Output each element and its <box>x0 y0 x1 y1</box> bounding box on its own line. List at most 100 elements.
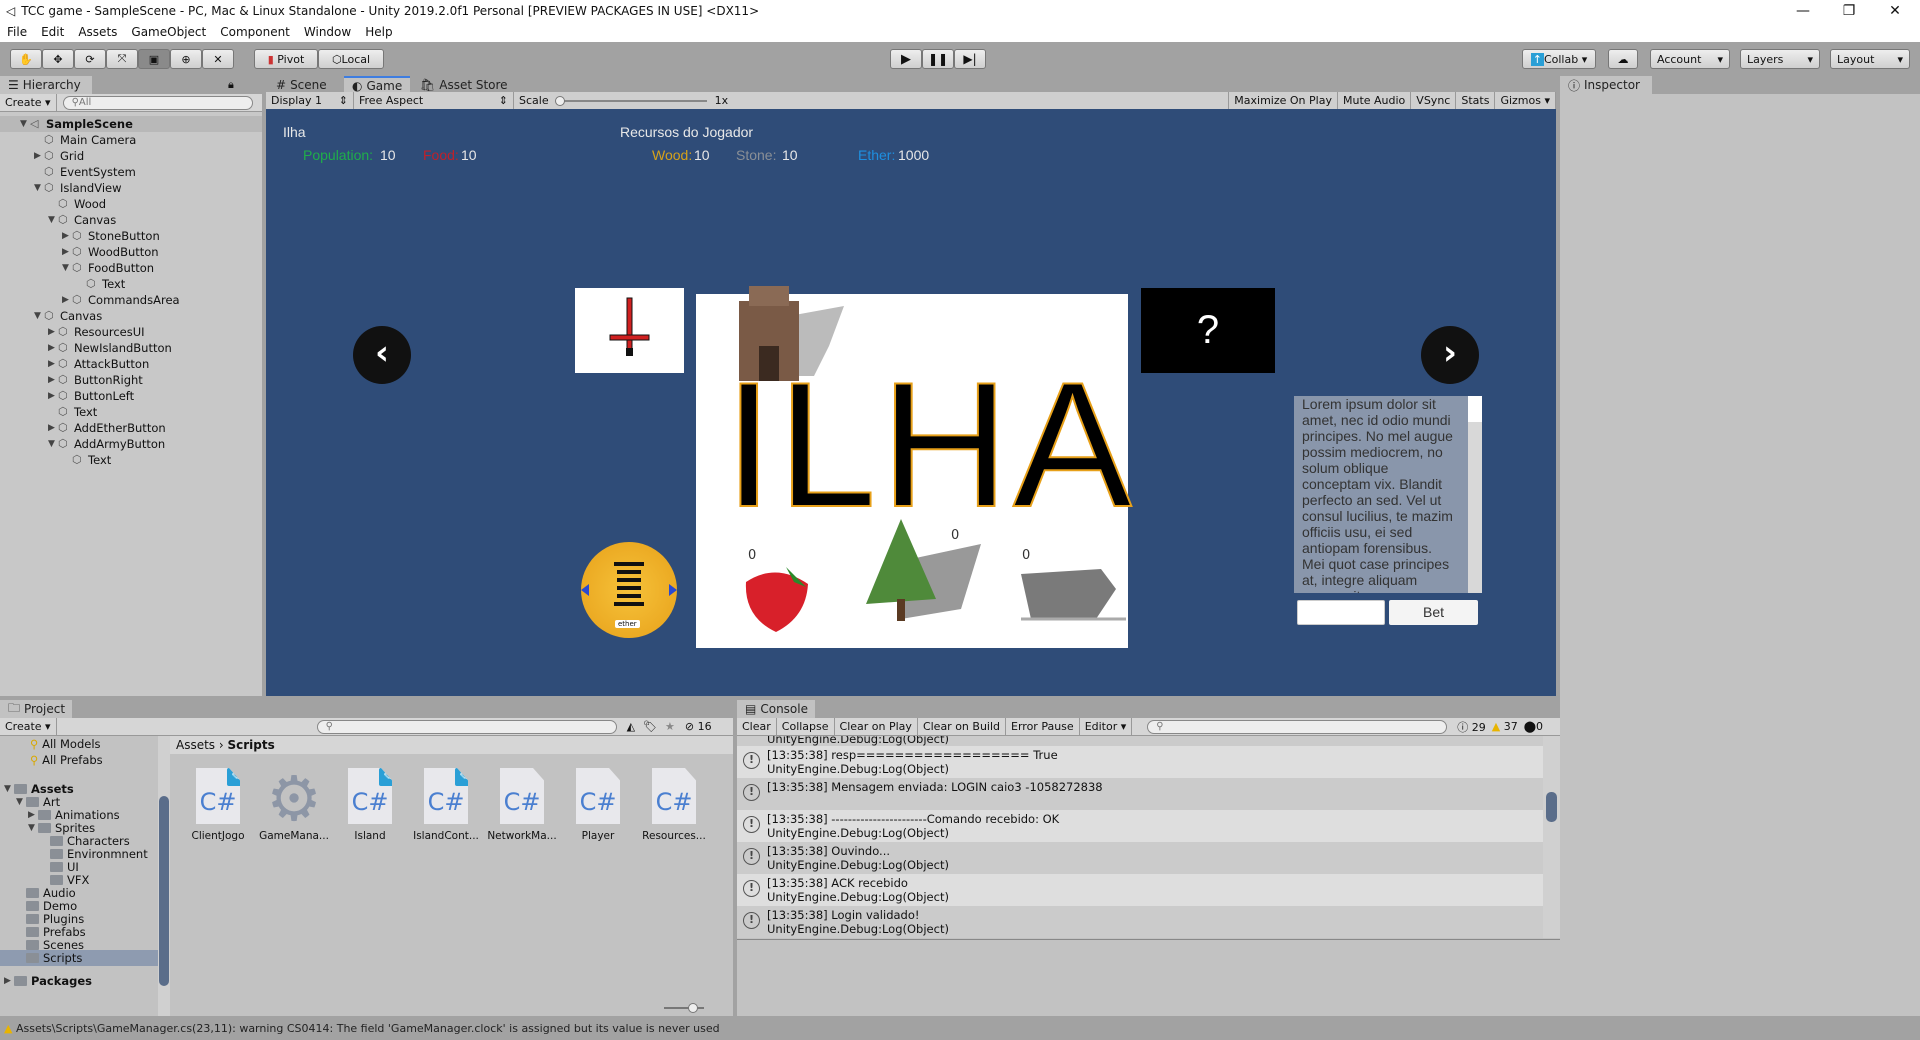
asset-item[interactable]: C# ✎ ClientJogo <box>183 768 253 842</box>
hierarchy-item[interactable]: ⬡ Text <box>0 404 97 420</box>
hidden-count[interactable]: ⊘ 16 <box>685 720 712 733</box>
expand-arrow-icon[interactable]: ▼ <box>20 119 30 129</box>
pivot-button[interactable]: ▮ Pivot <box>254 49 318 69</box>
console-collapse-button[interactable]: Collapse <box>777 717 835 736</box>
tab-hierarchy[interactable]: ☰ Hierarchy <box>0 76 92 94</box>
local-button[interactable]: ⬡ Local <box>318 49 384 69</box>
commands-scrollbar[interactable] <box>1468 396 1482 593</box>
rotate-tool-icon[interactable]: ⟳ <box>74 49 106 69</box>
step-button[interactable]: ▶| <box>954 49 986 69</box>
hierarchy-item[interactable]: ▶ ⬡ AttackButton <box>0 356 149 372</box>
collab-button[interactable]: ↑ Collab ▾ <box>1522 49 1596 69</box>
layers-dropdown[interactable]: Layers ▾ <box>1740 49 1820 69</box>
maximize-on-play-toggle[interactable]: Maximize On Play <box>1228 91 1338 110</box>
custom-tool-icon[interactable]: ✕ <box>202 49 234 69</box>
hierarchy-item[interactable]: ▶ ⬡ WoodButton <box>0 244 159 260</box>
console-partial-entry[interactable]: UnityEngine.Debug:Log(Object) <box>737 736 1543 746</box>
hierarchy-item[interactable]: ▶ ⬡ ResourcesUI <box>0 324 145 340</box>
hierarchy-item[interactable]: ▼ ⬡ Canvas <box>0 308 102 324</box>
asset-item[interactable]: C# Player <box>563 768 633 842</box>
console-clear-button[interactable]: Clear <box>737 717 777 736</box>
expand-arrow-icon[interactable]: ▼ <box>34 183 44 193</box>
menu-assets[interactable]: Assets <box>71 25 124 39</box>
transform-tool-icon[interactable]: ⊕ <box>170 49 202 69</box>
menu-gameobject[interactable]: GameObject <box>124 25 213 39</box>
account-dropdown[interactable]: Account ▾ <box>1650 49 1730 69</box>
icon-size-slider[interactable] <box>664 1003 704 1013</box>
commands-area[interactable]: Lorem ipsum dolor sit amet, nec id odio … <box>1294 396 1482 593</box>
hierarchy-item[interactable]: ▶ ⬡ ButtonRight <box>0 372 143 388</box>
asset-item[interactable]: C# ✎ IslandCont... <box>411 768 481 842</box>
expand-arrow-icon[interactable]: ▶ <box>34 151 44 161</box>
asset-item[interactable]: ⚙ GameMana... <box>259 768 329 843</box>
hierarchy-item[interactable]: ▶ ⬡ ButtonLeft <box>0 388 134 404</box>
hierarchy-search-input[interactable]: ⚲ All <box>62 95 253 110</box>
hierarchy-item[interactable]: ▶ ⬡ NewIslandButton <box>0 340 172 356</box>
expand-arrow-icon[interactable]: ▼ <box>28 823 38 833</box>
expand-arrow-icon[interactable]: ▶ <box>62 231 72 241</box>
expand-arrow-icon[interactable]: ▶ <box>28 810 38 820</box>
menu-edit[interactable]: Edit <box>34 25 71 39</box>
console-clear-on-play-button[interactable]: Clear on Play <box>835 717 918 736</box>
project-folder[interactable]: ▶ Packages <box>0 973 158 989</box>
expand-arrow-icon[interactable]: ▼ <box>48 215 58 225</box>
stone-button[interactable] <box>1001 564 1126 624</box>
expand-arrow-icon[interactable]: ▶ <box>48 327 58 337</box>
project-create-button[interactable]: Create ▾ <box>0 717 57 736</box>
expand-arrow-icon[interactable]: ▶ <box>62 247 72 257</box>
menu-component[interactable]: Component <box>213 25 297 39</box>
aspect-select[interactable]: Free Aspect ⇕ <box>354 91 514 110</box>
attack-button[interactable] <box>575 288 684 373</box>
filter-type-icon[interactable]: ◭ <box>627 720 635 733</box>
favorite-icon[interactable]: ★ <box>665 720 675 733</box>
scale-slider[interactable]: Scale 1x <box>514 92 764 110</box>
console-error-pause-button[interactable]: Error Pause <box>1006 717 1080 736</box>
hierarchy-create-button[interactable]: Create ▾ <box>0 93 57 112</box>
expand-arrow-icon[interactable]: ▼ <box>16 797 26 807</box>
hierarchy-item[interactable]: ⬡ Main Camera <box>0 132 136 148</box>
console-editor-dropdown[interactable]: Editor ▾ <box>1080 717 1133 736</box>
hierarchy-item[interactable]: ▼ ◁ SampleScene <box>0 116 262 132</box>
menu-file[interactable]: File <box>0 25 34 39</box>
hierarchy-item[interactable]: ▼ ⬡ Canvas <box>0 212 116 228</box>
hierarchy-item[interactable]: ⬡ Wood <box>0 196 106 212</box>
expand-arrow-icon[interactable]: ▶ <box>48 343 58 353</box>
expand-arrow-icon[interactable]: ▶ <box>62 295 72 305</box>
hierarchy-item[interactable]: ⬡ EventSystem <box>0 164 136 180</box>
mute-audio-toggle[interactable]: Mute Audio <box>1338 91 1412 110</box>
expand-arrow-icon[interactable]: ▼ <box>62 263 72 273</box>
tree-button[interactable] <box>861 519 981 629</box>
rect-tool-icon[interactable]: ▣ <box>138 49 170 69</box>
console-scrollbar[interactable] <box>1543 736 1560 938</box>
warning-count-toggle[interactable]: ▲ 37 <box>1492 720 1518 733</box>
tab-project[interactable]: 🗀 Project <box>0 700 72 718</box>
console-entry[interactable]: ! [13:35:38] Login validado! UnityEngine.D… <box>737 906 1543 938</box>
asset-item[interactable]: C# Resources... <box>639 768 709 842</box>
status-bar[interactable]: ▲ Assets\Scripts\GameManager.cs(23,11): … <box>0 1016 1920 1040</box>
error-count-toggle[interactable]: ⬤0 <box>1524 720 1543 733</box>
pause-button[interactable]: ❚❚ <box>922 49 954 69</box>
log-count-toggle[interactable]: ⓘ 29 <box>1457 719 1486 735</box>
hierarchy-item[interactable]: ▼ ⬡ FoodButton <box>0 260 154 276</box>
display-select[interactable]: Display 1 ⇕ <box>266 91 354 110</box>
expand-arrow-icon[interactable]: ▶ <box>48 423 58 433</box>
console-entry[interactable]: ! [13:35:38] resp================== True U… <box>737 746 1543 778</box>
hand-tool-icon[interactable]: ✋ <box>10 49 42 69</box>
console-search-input[interactable]: ⚲ <box>1147 719 1448 734</box>
project-folder[interactable]: Scripts <box>0 950 158 966</box>
layout-dropdown[interactable]: Layout ▾ <box>1830 49 1910 69</box>
hierarchy-item[interactable]: ⬡ Text <box>0 276 125 292</box>
breadcrumb-assets[interactable]: Assets <box>176 738 215 752</box>
expand-arrow-icon[interactable]: ▶ <box>48 375 58 385</box>
console-entry[interactable]: ! [13:35:38] Mensagem enviada: LOGIN caio… <box>737 778 1543 810</box>
asset-item[interactable]: C# NetworkMa... <box>487 768 557 842</box>
hierarchy-item[interactable]: ▼ ⬡ IslandView <box>0 180 122 196</box>
expand-arrow-icon[interactable]: ▶ <box>48 359 58 369</box>
hierarchy-item[interactable]: ▶ ⬡ StoneButton <box>0 228 160 244</box>
maximize-button[interactable]: ❐ <box>1826 0 1872 22</box>
breadcrumb-scripts[interactable]: Scripts <box>228 738 275 752</box>
expand-arrow-icon[interactable]: ▶ <box>48 391 58 401</box>
menu-help[interactable]: Help <box>358 25 399 39</box>
minimize-button[interactable]: — <box>1780 0 1826 22</box>
button-left[interactable]: ‹ <box>353 326 411 384</box>
